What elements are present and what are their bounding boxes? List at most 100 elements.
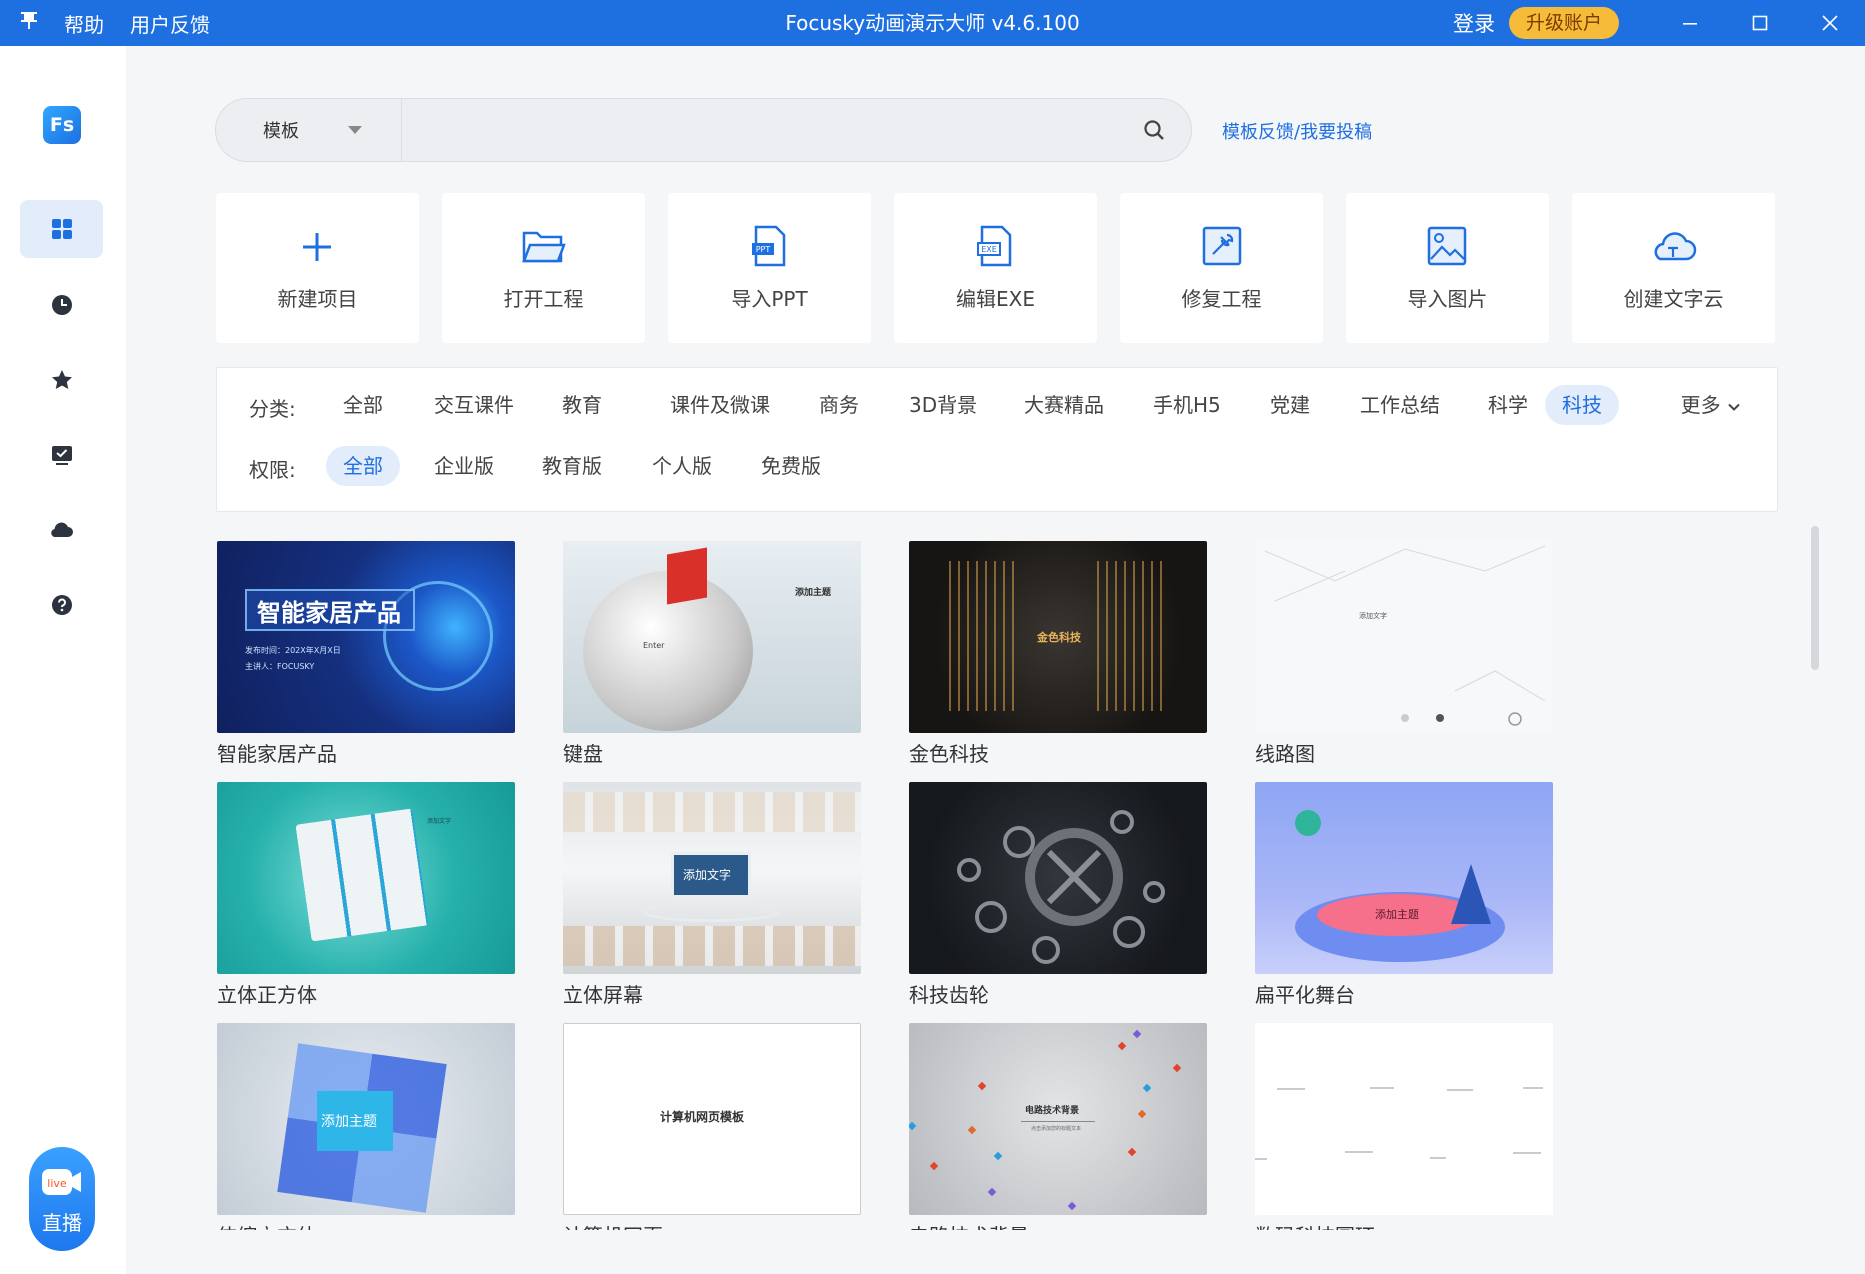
category-chip[interactable]: 科学: [1471, 385, 1545, 425]
thumb-dots: [909, 1029, 1182, 1211]
template-thumbnail: 添加文字: [563, 782, 861, 974]
template-card[interactable]: 数码科技圆环: [1255, 1023, 1553, 1230]
chevron-down-icon: [1728, 403, 1740, 411]
template-name: 金色科技: [909, 742, 989, 766]
template-thumbnail: 添加主题: [1255, 782, 1553, 974]
thumb-key-label: Enter: [643, 641, 665, 650]
thumb-title: 智能家居产品: [257, 599, 401, 627]
template-card[interactable]: 智能家居产品 发布时间：202X年X月X日 主讲人：FOCUSKY 智能家居产品: [217, 541, 515, 766]
template-thumbnail: 智能家居产品 发布时间：202X年X月X日 主讲人：FOCUSKY: [217, 541, 515, 733]
category-chip[interactable]: 3D背景: [892, 385, 994, 425]
thumb-data-rings: [1255, 1087, 1543, 1160]
thumb-title: 添加主题: [1375, 908, 1419, 921]
maximize-icon[interactable]: [1725, 0, 1795, 46]
template-card[interactable]: 添加文字 立体正方体: [217, 782, 515, 1007]
filter-panel: 分类: 全部 交互课件 教育 课件及微课 商务 3D背景 大赛精品 手机H5 党…: [216, 367, 1778, 512]
sidebar-item-cloud[interactable]: [20, 501, 103, 559]
template-card[interactable]: Enter 添加主题 键盘: [563, 541, 861, 766]
template-thumbnail: 金色科技: [909, 541, 1207, 733]
category-chip[interactable]: 全部: [326, 385, 400, 425]
permission-chip[interactable]: 个人版: [635, 446, 729, 486]
category-chip[interactable]: 交互课件: [417, 385, 531, 425]
template-card[interactable]: 添加主题 伸缩立方体: [217, 1023, 515, 1230]
new-project-button[interactable]: 新建项目: [216, 193, 419, 343]
thumb-line: 发布时间：202X年X月X日: [245, 646, 341, 655]
category-chip[interactable]: 教育: [545, 385, 619, 425]
permission-chip[interactable]: 教育版: [525, 446, 619, 486]
more-categories-button[interactable]: 更多: [1681, 385, 1741, 425]
import-ppt-button[interactable]: PPT 导入PPT: [668, 193, 871, 343]
template-thumbnail: 电路技术背景 点击添加您的标题文本: [909, 1023, 1207, 1215]
template-card[interactable]: 金色科技 金色科技: [909, 541, 1207, 766]
template-thumbnail: 添加文字: [1255, 541, 1553, 733]
sidebar-item-presentations[interactable]: [20, 426, 103, 484]
template-feedback-link[interactable]: 模板反馈/我要投稿: [1222, 118, 1372, 144]
title-bar-right: 登录 升级账户: [1453, 0, 1865, 46]
feedback-menu[interactable]: 用户反馈: [130, 9, 210, 38]
image-icon: [1427, 226, 1467, 266]
edit-exe-button[interactable]: EXE 编辑EXE: [894, 193, 1097, 343]
create-word-cloud-button[interactable]: 创建文字云: [1572, 193, 1775, 343]
cloud-icon: [50, 522, 73, 538]
action-label: 新建项目: [277, 287, 358, 311]
template-thumbnail: 计算机网页模板: [563, 1023, 861, 1215]
ppt-badge-text: PPT: [756, 245, 771, 254]
upgrade-account-button[interactable]: 升级账户: [1508, 7, 1619, 39]
sidebar: Fs live 直播: [0, 46, 126, 1274]
pin-icon[interactable]: [18, 9, 40, 37]
grid-scrollbar[interactable]: [1811, 526, 1819, 670]
search-type-dropdown[interactable]: 模板: [216, 99, 402, 161]
category-chip[interactable]: 大赛精品: [1007, 385, 1121, 425]
category-chip[interactable]: 党建: [1253, 385, 1327, 425]
star-icon: [51, 370, 72, 389]
import-image-button[interactable]: 导入图片: [1346, 193, 1549, 343]
chevron-down-icon: [348, 126, 362, 134]
open-project-button[interactable]: 打开工程: [442, 193, 645, 343]
help-menu[interactable]: 帮助: [64, 9, 104, 38]
category-chip-selected[interactable]: 科技: [1545, 385, 1619, 425]
permission-chip-selected[interactable]: 全部: [326, 446, 400, 486]
permission-chip[interactable]: 免费版: [744, 446, 838, 486]
thumb-tree: [1451, 864, 1491, 924]
word-cloud-icon: [1654, 232, 1697, 261]
category-chip[interactable]: 工作总结: [1343, 385, 1457, 425]
permission-chip[interactable]: 企业版: [417, 446, 511, 486]
template-name: 立体屏幕: [563, 983, 643, 1007]
more-label: 更多: [1680, 393, 1721, 417]
template-card[interactable]: 计算机网页模板 计算机网页: [563, 1023, 861, 1230]
permission-filter-label: 权限:: [249, 458, 296, 482]
category-chip[interactable]: 手机H5: [1136, 385, 1238, 425]
template-thumbnail: 添加主题: [217, 1023, 515, 1215]
thumb-network-lines: [1264, 545, 1546, 726]
thumb-planet: [1295, 810, 1321, 836]
template-name: 伸缩立方体: [217, 1220, 317, 1230]
template-card[interactable]: 添加文字 线路图: [1255, 541, 1553, 766]
title-bar: 帮助 用户反馈 Focusky动画演示大师 v4.6.100 登录 升级账户: [0, 0, 1865, 46]
sidebar-item-help[interactable]: [20, 576, 103, 634]
template-name: 线路图: [1255, 742, 1315, 766]
close-icon[interactable]: [1795, 0, 1865, 46]
thumb-cube: [295, 808, 429, 942]
category-chip[interactable]: 商务: [802, 385, 876, 425]
app-logo: Fs: [43, 106, 81, 144]
search-bar: 模板: [215, 98, 1192, 162]
category-chip[interactable]: 课件及微课: [653, 385, 787, 425]
live-camera-icon: live: [42, 1169, 81, 1195]
template-grid: 智能家居产品 发布时间：202X年X月X日 主讲人：FOCUSKY 智能家居产品…: [216, 540, 1576, 1230]
template-card[interactable]: 科技齿轮: [909, 782, 1207, 1007]
login-button[interactable]: 登录: [1453, 8, 1495, 38]
template-card[interactable]: 添加文字 立体屏幕: [563, 782, 861, 1007]
grid-icon: [51, 219, 72, 239]
template-card[interactable]: 电路技术背景 点击添加您的标题文本 电路技术背景: [909, 1023, 1207, 1230]
sidebar-item-recent[interactable]: [20, 276, 103, 334]
repair-project-button[interactable]: 修复工程: [1120, 193, 1323, 343]
template-card[interactable]: 添加主题 扁平化舞台: [1255, 782, 1553, 1007]
help-icon: [51, 595, 72, 615]
quick-actions: 新建项目 打开工程 PPT 导入PPT EXE 编辑EXE 修复工程 导入图片 …: [216, 193, 1778, 343]
live-button[interactable]: live 直播: [29, 1147, 95, 1251]
search-input[interactable]: [408, 109, 1128, 151]
search-icon[interactable]: [1143, 119, 1165, 141]
sidebar-item-favorites[interactable]: [20, 351, 103, 409]
minimize-icon[interactable]: [1655, 0, 1725, 46]
sidebar-item-templates[interactable]: [20, 200, 103, 258]
